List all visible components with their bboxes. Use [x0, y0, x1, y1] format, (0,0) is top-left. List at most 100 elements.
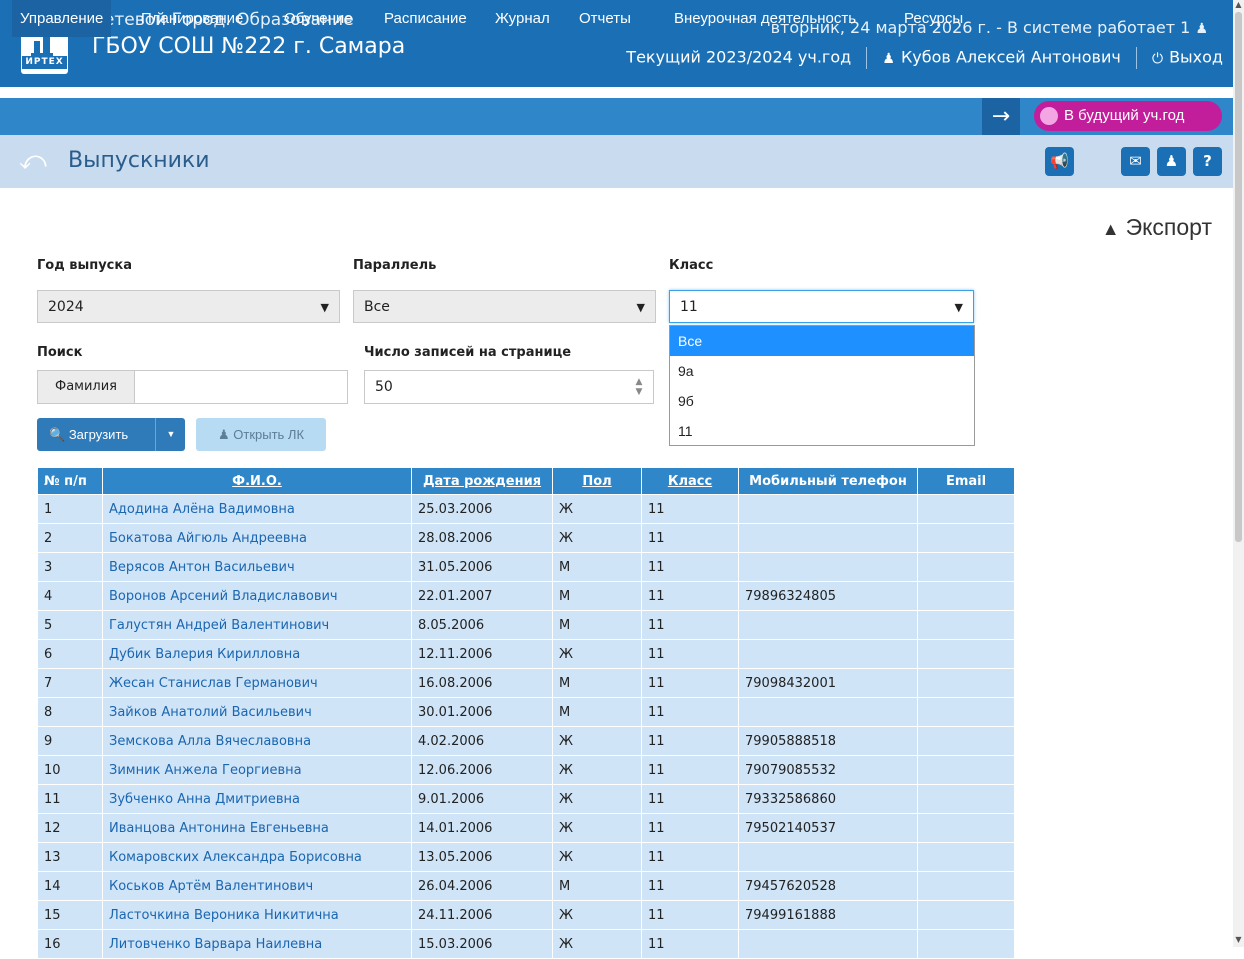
- parallel-label: Параллель: [353, 258, 437, 273]
- cell-number: 8: [37, 697, 103, 727]
- table-row: 16 Литовченко Варвара Наилевна 15.03.2006 Ж…: [37, 929, 1015, 959]
- cell-email: [917, 668, 1015, 698]
- cell-number: 6: [37, 639, 103, 669]
- col-gender[interactable]: Пол: [552, 467, 642, 495]
- nav-journal[interactable]: Журнал: [487, 0, 558, 37]
- cell-fio[interactable]: Ласточкина Вероника Никитична: [102, 900, 412, 930]
- col-number: № п/п: [37, 467, 103, 495]
- per-page-input[interactable]: 50 ▲ ▼: [364, 370, 654, 404]
- class-option-11[interactable]: 11: [670, 416, 974, 446]
- back-arrow-icon[interactable]: ⤺: [19, 148, 53, 174]
- parallel-select-value: Все: [364, 299, 390, 315]
- scroll-up-icon[interactable]: ▲: [1235, 0, 1242, 10]
- cell-gender: М: [552, 581, 642, 611]
- class-option-all[interactable]: Все: [670, 326, 974, 356]
- cell-mobile: 79079085532: [738, 755, 918, 785]
- load-button[interactable]: 🔍 Загрузить ▼: [37, 418, 185, 451]
- nav-extracurricular[interactable]: Внеурочная деятельность: [666, 0, 864, 37]
- help-icon[interactable]: ?: [1193, 147, 1222, 176]
- nav-management[interactable]: Управление: [12, 0, 112, 37]
- cell-fio[interactable]: Коськов Артём Валентинович: [102, 871, 412, 901]
- col-fio[interactable]: Ф.И.О.: [102, 467, 412, 495]
- per-page-value: 50: [375, 379, 393, 395]
- nav-reports[interactable]: Отчеты: [571, 0, 639, 37]
- table-row: 8 Зайков Анатолий Васильевич 30.01.2006 М 11: [37, 697, 1015, 727]
- cell-mobile: [738, 697, 918, 727]
- cell-number: 3: [37, 552, 103, 582]
- cell-fio[interactable]: Адодина Алёна Вадимовна: [102, 494, 412, 524]
- users-icon[interactable]: ♟: [1157, 147, 1186, 176]
- cell-fio[interactable]: Бокатова Айгюль Андреевна: [102, 523, 412, 553]
- export-button[interactable]: ▲ Экспорт: [1102, 214, 1212, 241]
- spinner-arrows-icon[interactable]: ▲ ▼: [633, 377, 645, 397]
- cell-birthdate: 28.08.2006: [411, 523, 553, 553]
- cell-fio[interactable]: Жесан Станислав Германович: [102, 668, 412, 698]
- export-icon: ▲: [1101, 219, 1120, 239]
- group-icon: ♟: [217, 427, 230, 442]
- users-online-icon[interactable]: ♟: [1195, 21, 1208, 37]
- col-birthdate[interactable]: Дата рождения: [411, 467, 553, 495]
- user-name[interactable]: Кубов Алексей Антонович: [901, 48, 1121, 67]
- cell-fio[interactable]: Комаровских Александра Борисовна: [102, 842, 412, 872]
- load-button-label: Загрузить: [68, 427, 129, 442]
- cell-fio[interactable]: Верясов Антон Васильевич: [102, 552, 412, 582]
- logout-link[interactable]: Выход: [1169, 48, 1223, 67]
- year-select[interactable]: 2024 ▼: [37, 290, 340, 323]
- cell-fio[interactable]: Литовченко Варвара Наилевна: [102, 929, 412, 959]
- divider: [1135, 47, 1137, 69]
- parallel-select[interactable]: Все ▼: [353, 290, 656, 323]
- cell-birthdate: 13.05.2006: [411, 842, 553, 872]
- school-year[interactable]: Текущий 2023/2024 уч.год: [626, 48, 851, 67]
- cell-birthdate: 15.03.2006: [411, 929, 553, 959]
- power-icon[interactable]: ⏻: [1152, 51, 1163, 67]
- open-lk-label: Открыть ЛК: [233, 427, 305, 442]
- cell-fio[interactable]: Дубик Валерия Кирилловна: [102, 639, 412, 669]
- future-year-button[interactable]: В будущий уч.год: [1034, 101, 1222, 131]
- cell-number: 7: [37, 668, 103, 698]
- nav-schedule[interactable]: Расписание: [376, 0, 475, 37]
- cell-gender: М: [552, 871, 642, 901]
- table-row: 5 Галустян Андрей Валентинович 8.05.2006 М 1…: [37, 610, 1015, 640]
- class-label: Класс: [669, 258, 714, 273]
- nav-planning[interactable]: Планирование: [133, 0, 251, 37]
- cell-gender: Ж: [552, 726, 642, 756]
- class-dropdown-list: Все 9а 9б 11: [669, 325, 975, 446]
- open-lk-button[interactable]: ♟ Открыть ЛК: [196, 418, 326, 451]
- nav-learning[interactable]: Обучение: [276, 0, 361, 37]
- mail-icon[interactable]: ✉: [1121, 147, 1150, 176]
- nav-resources[interactable]: Ресурсы: [896, 0, 971, 37]
- cell-email: [917, 726, 1015, 756]
- cell-email: [917, 523, 1015, 553]
- class-option-9b[interactable]: 9б: [670, 386, 974, 416]
- cell-number: 14: [37, 871, 103, 901]
- cell-class: 11: [641, 494, 739, 524]
- cell-fio[interactable]: Зайков Анатолий Васильевич: [102, 697, 412, 727]
- class-select[interactable]: 11 ▼: [669, 290, 974, 323]
- nav-more-arrow-icon[interactable]: →: [982, 98, 1020, 135]
- announcements-icon[interactable]: 📢: [1045, 147, 1074, 176]
- school-name: ГБОУ СОШ №222 г. Самара: [92, 34, 406, 59]
- cell-class: 11: [641, 523, 739, 553]
- cell-birthdate: 12.06.2006: [411, 755, 553, 785]
- scroll-down-icon[interactable]: ▼: [1235, 935, 1242, 945]
- cell-fio[interactable]: Галустян Андрей Валентинович: [102, 610, 412, 640]
- table-row: 9 Земскова Алла Вячеславовна 4.02.2006 Ж 11 7…: [37, 726, 1015, 756]
- cell-fio[interactable]: Зимник Анжела Георгиевна: [102, 755, 412, 785]
- search-input[interactable]: [135, 371, 347, 405]
- cell-gender: Ж: [552, 523, 642, 553]
- col-class[interactable]: Класс: [641, 467, 739, 495]
- cell-fio[interactable]: Воронов Арсений Владиславович: [102, 581, 412, 611]
- cell-birthdate: 31.05.2006: [411, 552, 553, 582]
- class-option-9a[interactable]: 9а: [670, 356, 974, 386]
- scrollbar-thumb[interactable]: [1235, 12, 1242, 542]
- cell-fio[interactable]: Зубченко Анна Дмитриевна: [102, 784, 412, 814]
- cell-gender: Ж: [552, 842, 642, 872]
- cell-fio[interactable]: Иванцова Антонина Евгеньевна: [102, 813, 412, 843]
- cell-fio[interactable]: Земскова Алла Вячеславовна: [102, 726, 412, 756]
- toggle-dot-icon: [1040, 107, 1058, 125]
- load-options-chevron-icon[interactable]: ▼: [155, 418, 186, 451]
- cell-number: 11: [37, 784, 103, 814]
- cell-mobile: [738, 552, 918, 582]
- search-icon: 🔍: [49, 427, 66, 442]
- cell-number: 16: [37, 929, 103, 959]
